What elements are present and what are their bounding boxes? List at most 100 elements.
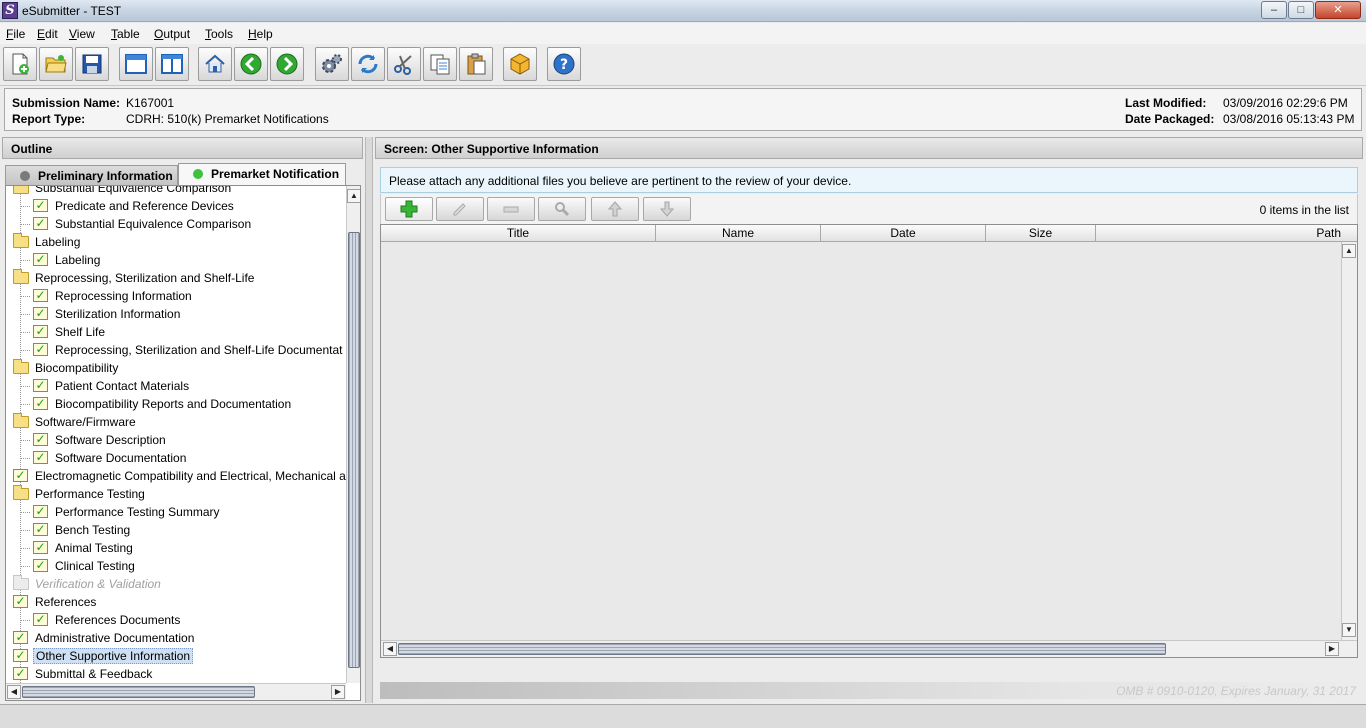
tree-item[interactable]: Biocompatibility — [12, 359, 120, 377]
tab-label: Premarket Notification — [211, 167, 340, 181]
checkmark-icon: ✓ — [12, 594, 30, 608]
screen-header: Screen: Other Supportive Information — [375, 137, 1363, 159]
tree-item[interactable]: ✓ Shelf Life — [32, 323, 107, 341]
tree-item[interactable]: Labeling — [12, 233, 82, 251]
window-button[interactable] — [119, 47, 153, 81]
add-icon — [400, 200, 418, 218]
scroll-left-arrow-icon[interactable]: ◀ — [383, 642, 397, 656]
tree-item[interactable]: Performance Testing — [12, 485, 147, 503]
paste-button[interactable] — [459, 47, 493, 81]
folder-icon — [12, 413, 30, 428]
settings-button[interactable] — [315, 47, 349, 81]
back-button[interactable] — [234, 47, 268, 81]
settings-gears-icon — [322, 54, 342, 73]
menu-edit[interactable]: Edit — [37, 27, 58, 41]
maximize-button[interactable]: □ — [1288, 1, 1314, 19]
tree-item[interactable]: ✓ Sterilization Information — [32, 305, 182, 323]
tree-item[interactable]: ✓ Predicate and Reference Devices — [32, 197, 236, 215]
scroll-up-arrow-icon[interactable]: ▲ — [1342, 244, 1356, 258]
edit-button[interactable] — [436, 197, 484, 221]
open-folder-icon — [45, 55, 67, 73]
tree-item[interactable]: ✓ Substantial Equivalence Comparison — [32, 215, 253, 233]
menu-table[interactable]: Table — [111, 27, 140, 41]
panel-splitter[interactable] — [365, 137, 373, 703]
tree-connector — [20, 566, 30, 567]
tree-item[interactable]: ✓ Reprocessing, Sterilization and Shelf-L… — [32, 341, 344, 359]
tree-item-label: Biocompatibility — [35, 361, 119, 375]
scroll-thumb[interactable] — [398, 643, 1166, 655]
tree-item[interactable]: Verification & Validation — [12, 575, 163, 593]
move-down-button[interactable] — [643, 197, 691, 221]
submission-name-label: Submission Name: — [12, 96, 121, 110]
tree-item[interactable]: ✓ Performance Testing Summary — [32, 503, 222, 521]
tree-item[interactable]: ✓ Software Documentation — [32, 449, 188, 467]
tree-item-label: Predicate and Reference Devices — [55, 199, 234, 213]
menu-help[interactable]: Help — [248, 27, 273, 41]
tree-item[interactable]: Software/Firmware — [12, 413, 138, 431]
report-type-label: Report Type: — [12, 112, 86, 126]
tree-item[interactable]: ✓ Other Supportive Information — [12, 647, 194, 665]
tree-horizontal-scrollbar[interactable]: ◀ ▶ — [6, 683, 346, 700]
tree-item[interactable]: Reprocessing, Sterilization and Shelf-Li… — [12, 269, 256, 287]
tree-item[interactable]: ✓ Labeling — [32, 251, 102, 269]
table-vertical-scrollbar[interactable]: ▲ ▼ — [1341, 242, 1357, 640]
tree-item-partial[interactable]: Substantial Equivalence Comparison — [12, 186, 233, 197]
forward-button[interactable] — [270, 47, 304, 81]
save-button[interactable] — [75, 47, 109, 81]
column-header-path[interactable]: Path — [1096, 225, 1357, 242]
checkmark-icon: ✓ — [32, 612, 50, 626]
view-button[interactable] — [538, 197, 586, 221]
tree-item[interactable]: ✓ Administrative Documentation — [12, 629, 196, 647]
minimize-button[interactable]: – — [1261, 1, 1287, 19]
column-header-title[interactable]: Title — [381, 225, 656, 242]
tree-item[interactable]: ✓ Reprocessing Information — [32, 287, 194, 305]
scroll-up-arrow-icon[interactable]: ▲ — [347, 189, 360, 203]
help-button[interactable]: ? — [547, 47, 581, 81]
column-header-size[interactable]: Size — [986, 225, 1096, 242]
column-header-date[interactable]: Date — [821, 225, 986, 242]
new-button[interactable] — [3, 47, 37, 81]
menu-output[interactable]: Output — [154, 27, 190, 41]
tree-item[interactable]: ✓ Software Description — [32, 431, 168, 449]
tree-item[interactable]: ✓ Biocompatibility Reports and Documentat… — [32, 395, 293, 413]
tree-item[interactable]: ✓ Clinical Testing — [32, 557, 137, 575]
remove-button[interactable] — [487, 197, 535, 221]
scroll-down-arrow-icon[interactable]: ▼ — [1342, 623, 1356, 637]
split-view-button[interactable] — [155, 47, 189, 81]
tree-item[interactable]: ✓ Submittal & Feedback — [12, 665, 154, 683]
tree-item[interactable]: ✓ References — [12, 593, 98, 611]
tree-item[interactable]: ✓ Electromagnetic Compatibility and Elect… — [12, 467, 346, 485]
open-button[interactable] — [39, 47, 73, 81]
tree-item[interactable]: ✓ Animal Testing — [32, 539, 135, 557]
add-button[interactable] — [385, 197, 433, 221]
outline-tree: Substantial Equivalence Comparison ✓ Pred… — [6, 186, 346, 683]
tree-connector — [20, 314, 30, 315]
table-horizontal-scrollbar[interactable]: ◀ ▶ — [381, 640, 1357, 657]
menu-file[interactable]: File — [6, 27, 25, 41]
tab-premarket-notification[interactable]: Premarket Notification — [178, 163, 346, 185]
scroll-left-arrow-icon[interactable]: ◀ — [7, 685, 21, 699]
tree-vertical-scrollbar[interactable]: ▲ — [346, 186, 360, 683]
tree-item[interactable]: ✓ Bench Testing — [32, 521, 132, 539]
tree-item[interactable]: ✓ References Documents — [32, 611, 182, 629]
scroll-thumb[interactable] — [22, 686, 255, 698]
home-button[interactable] — [198, 47, 232, 81]
scroll-right-arrow-icon[interactable]: ▶ — [1325, 642, 1339, 656]
package-button[interactable] — [503, 47, 537, 81]
menu-tools[interactable]: Tools — [205, 27, 233, 41]
move-up-button[interactable] — [591, 197, 639, 221]
menu-view[interactable]: View — [69, 27, 95, 41]
cut-button[interactable] — [387, 47, 421, 81]
home-icon — [205, 54, 225, 73]
column-header-name[interactable]: Name — [656, 225, 821, 242]
tree-item[interactable]: ✓ Patient Contact Materials — [32, 377, 191, 395]
copy-button[interactable] — [423, 47, 457, 81]
tab-preliminary-information[interactable]: Preliminary Information — [5, 165, 178, 185]
tree-item-label: Patient Contact Materials — [55, 379, 190, 393]
scroll-right-arrow-icon[interactable]: ▶ — [331, 685, 345, 699]
close-button[interactable]: ✕ — [1315, 1, 1361, 19]
scroll-thumb[interactable] — [348, 232, 360, 668]
checkmark-icon: ✓ — [32, 216, 50, 230]
refresh-button[interactable] — [351, 47, 385, 81]
status-bar — [0, 704, 1366, 728]
